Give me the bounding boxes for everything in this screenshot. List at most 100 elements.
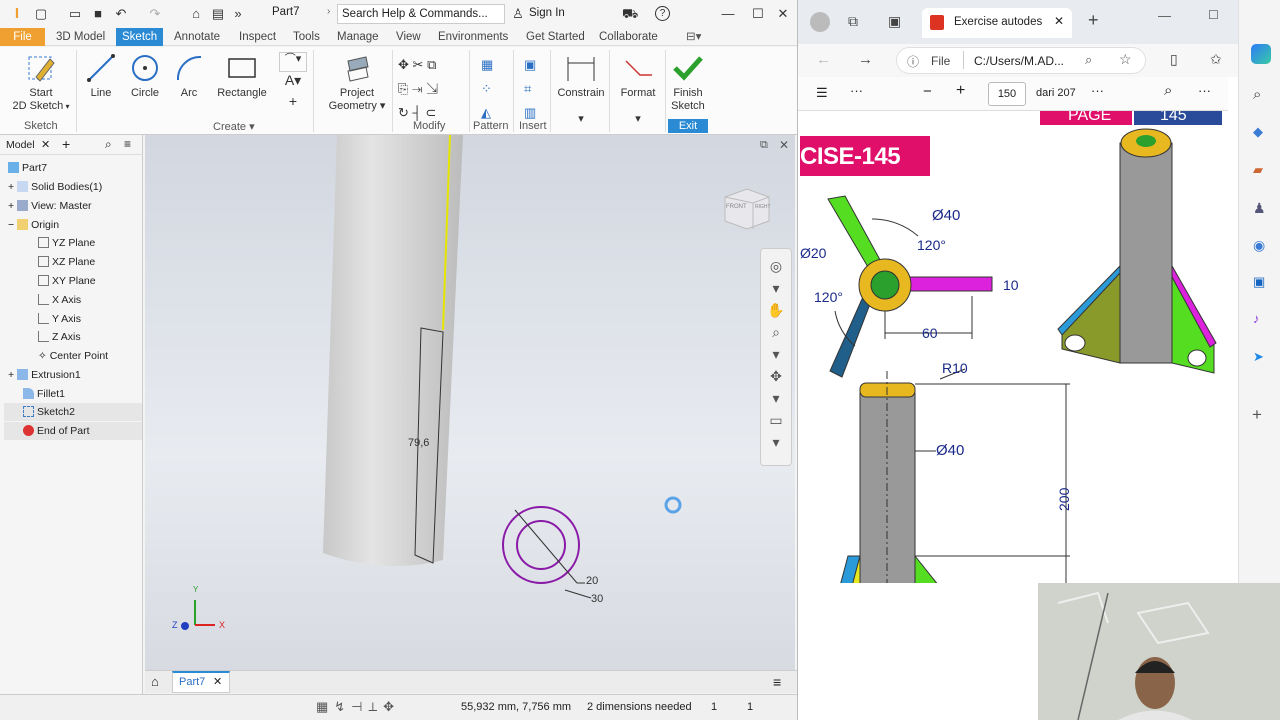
home-icon[interactable]: ⌂ (151, 674, 159, 689)
sign-in-link[interactable]: Sign In (529, 7, 565, 19)
graphics-window[interactable]: 79,6 20 30 Y X Z FRONT RIGHT ⧉ ✕ ◎ ▾ ✋ ⌕ ▾… (145, 135, 795, 670)
tree-item-solid-bodies[interactable]: + Solid Bodies(1) (8, 178, 102, 196)
split-icon[interactable]: ┤ (413, 105, 422, 120)
length-dimension[interactable]: 79,6 (408, 437, 429, 449)
favorites-icon[interactable]: ✩ (1210, 51, 1222, 68)
tree-item-xy-plane[interactable]: XY Plane (38, 272, 96, 290)
more-icon[interactable]: ··· (1198, 83, 1211, 98)
restore-icon[interactable]: ⧉ (760, 139, 768, 152)
minimize-icon[interactable]: — (1158, 8, 1171, 23)
new-icon[interactable]: ▢ (33, 6, 49, 22)
tree-item-center-point[interactable]: ✧ Center Point (38, 347, 108, 365)
pan-icon[interactable]: ✋ (767, 302, 784, 318)
microsoft365-icon[interactable]: ◉ (1253, 237, 1265, 254)
constrain-button[interactable]: Constrain ▾ (554, 53, 608, 126)
move-icon[interactable]: ✥ (398, 57, 409, 72)
scale-icon[interactable]: ⧉ (427, 57, 436, 72)
close-icon[interactable]: ✕ (41, 138, 50, 151)
help-icon[interactable]: ? (655, 6, 670, 21)
mirror-icon[interactable]: ◭ (481, 105, 491, 120)
profile-avatar[interactable] (810, 12, 830, 32)
close-icon[interactable]: ✕ (779, 138, 789, 152)
fillet-button[interactable]: ⌒▾ (279, 52, 307, 72)
rectangle-button[interactable]: Rectangle (214, 53, 270, 100)
tree-item-part7[interactable]: Part7 (8, 159, 47, 177)
ribbon-options-icon[interactable]: ⊟▾ (682, 28, 705, 46)
add-icon[interactable]: + (1252, 405, 1262, 425)
minimize-icon[interactable]: — (720, 6, 736, 22)
tree-item-xz-plane[interactable]: XZ Plane (38, 253, 95, 271)
rotate-icon[interactable]: ↻ (398, 105, 409, 120)
viewcube[interactable]: FRONT RIGHT (723, 185, 771, 231)
tree-item-yz-plane[interactable]: YZ Plane (38, 234, 95, 252)
copilot-icon[interactable] (1251, 44, 1271, 64)
steering-wheel-icon[interactable]: ◎ (770, 258, 782, 274)
circular-pattern-icon[interactable]: ⁘ (481, 81, 492, 96)
inner-sketch-circle[interactable] (516, 520, 566, 570)
point-button[interactable]: + (279, 94, 307, 108)
rectangular-pattern-icon[interactable]: ▦ (481, 57, 493, 72)
acad-icon[interactable]: ▥ (524, 105, 536, 120)
inner-diameter-dimension[interactable]: 20 (586, 575, 598, 587)
status-tools-icon[interactable]: ▦↯⊣⟂✥ (316, 699, 400, 715)
back-icon[interactable]: ← (816, 51, 831, 68)
tab-file[interactable]: File (0, 28, 45, 46)
tab-manage[interactable]: Manage (333, 28, 383, 46)
document-tab-part7[interactable]: Part7 ✕ (172, 671, 230, 693)
text-button[interactable]: A▾ (279, 73, 307, 87)
tab-3d-model[interactable]: 3D Model (52, 28, 109, 46)
line-button[interactable]: Line (82, 53, 120, 100)
tab-tools[interactable]: Tools (289, 28, 324, 46)
zoom-out-icon[interactable]: − (923, 83, 932, 100)
open-folder-icon[interactable]: ▭ (67, 6, 83, 22)
tab-annotate[interactable]: Annotate (170, 28, 224, 46)
trim-icon[interactable]: ✂ (413, 57, 424, 72)
tab-sketch[interactable]: Sketch (116, 28, 164, 46)
designer-icon[interactable]: ♪ (1253, 311, 1260, 326)
close-icon[interactable]: ✕ (1054, 14, 1064, 28)
split-screen-icon[interactable]: ▯ (1170, 51, 1178, 68)
project-geometry-button[interactable]: Project Geometry ▾ (326, 53, 388, 113)
menu-icon[interactable]: ≡ (773, 674, 781, 690)
redo-icon[interactable]: ↷ (147, 6, 163, 22)
collections-icon[interactable]: ◆ (1253, 124, 1263, 140)
copy-icon[interactable]: ⎘ (398, 81, 408, 96)
games-icon[interactable]: ♟ (1253, 200, 1266, 217)
orbit-icon[interactable]: ✥ (770, 368, 782, 384)
circle-button[interactable]: Circle (126, 53, 164, 100)
tree-item-end-of-part[interactable]: End of Part (4, 422, 142, 440)
tab-get-started[interactable]: Get Started (522, 28, 589, 46)
forward-icon[interactable]: → (858, 51, 873, 68)
more-icon[interactable]: » (230, 6, 246, 22)
tree-item-sketch2[interactable]: Sketch2 (4, 403, 142, 421)
tab-collaborate[interactable]: Collaborate (595, 28, 662, 46)
new-tab-icon[interactable]: + (1088, 10, 1099, 31)
cart-icon[interactable]: ⛟ (622, 6, 638, 22)
tree-item-extrusion1[interactable]: + Extrusion1 (8, 366, 81, 384)
add-icon[interactable]: + (62, 136, 70, 152)
close-icon[interactable]: ✕ (213, 675, 222, 688)
search-icon[interactable]: ⌕ (1253, 86, 1261, 103)
more-icon[interactable]: ··· (1091, 83, 1104, 98)
search-icon[interactable]: ⌕ (1164, 82, 1172, 99)
search-icon[interactable]: ⌕ (105, 137, 112, 152)
contents-icon[interactable]: ☰ (816, 85, 828, 101)
save-icon[interactable]: ■ (90, 6, 106, 22)
offset-icon[interactable]: ⊂ (425, 105, 436, 120)
more-icon[interactable]: ··· (850, 83, 863, 98)
help-search-input[interactable]: Search Help & Commands... (337, 4, 505, 24)
extend-icon[interactable]: ⇥ (412, 81, 422, 96)
close-icon[interactable]: ✕ (775, 6, 791, 22)
maximize-icon[interactable]: ☐ (1208, 8, 1219, 22)
model-tab[interactable]: Model (6, 139, 35, 151)
maximize-icon[interactable]: ☐ (750, 6, 766, 22)
undo-icon[interactable]: ↶ (113, 6, 129, 22)
zoom-in-icon[interactable]: + (956, 82, 965, 100)
tree-item-fillet1[interactable]: Fillet1 (23, 385, 65, 403)
page-number-input[interactable]: 150 (988, 82, 1026, 106)
tree-item-origin[interactable]: − Origin (8, 216, 59, 234)
format-button[interactable]: Format ▾ (612, 53, 664, 126)
outer-diameter-dimension[interactable]: 30 (591, 593, 603, 605)
home-icon[interactable]: ⌂ (188, 6, 204, 22)
look-at-icon[interactable]: ▭ (769, 412, 782, 428)
